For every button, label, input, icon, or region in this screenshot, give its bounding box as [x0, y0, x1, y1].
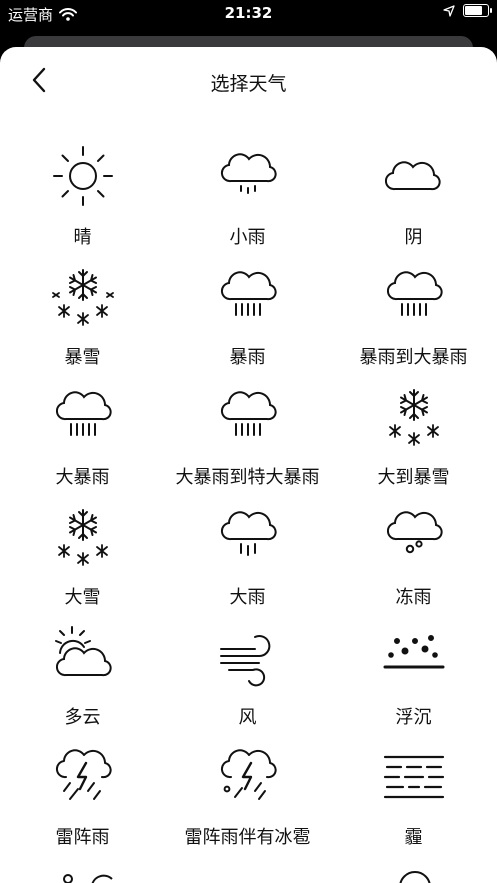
weather-option[interactable]: 大雪 [0, 503, 165, 623]
battery-icon [463, 4, 492, 17]
weather-label: 浮沉 [395, 707, 432, 728]
weather-label: 霾 [404, 827, 423, 848]
weather-option[interactable]: 雷阵雨 [0, 743, 165, 863]
weather-label: 雷阵雨伴有冰雹 [184, 827, 311, 848]
thunder-hail-icon [220, 749, 277, 800]
status-bar: 运营商 21:32 [0, 0, 497, 26]
weather-label: 冻雨 [395, 587, 432, 608]
weather-label: 小雨 [229, 227, 266, 248]
weather-label: 大暴雨到特大暴雨 [175, 467, 320, 488]
weather-option[interactable]: 阴 [330, 143, 497, 263]
weather-grid: 晴 小雨 阴 暴雪 暴雨 暴雨到大暴雨 大暴雨 大暴雨到特大暴雨 大到暴雪 大雪… [0, 143, 497, 863]
thunderstorm-icon [55, 749, 112, 800]
weather-option[interactable]: 浮沉 [330, 623, 497, 743]
snowflake-icon [57, 509, 108, 566]
weather-label: 暴雪 [64, 347, 101, 368]
heavy-rain-icon [386, 271, 443, 316]
freezing-rain-icon [386, 511, 443, 554]
weather-label: 暴雨到大暴雨 [359, 347, 468, 368]
weather-label: 大雪 [64, 587, 101, 608]
weather-option[interactable]: 暴雨到大暴雨 [330, 263, 497, 383]
dust-icon [383, 635, 444, 669]
weather-label: 大暴雨 [55, 467, 110, 488]
weather-option[interactable]: 大暴雨 [0, 383, 165, 503]
next-row-icon-partial [63, 874, 113, 883]
status-right [443, 4, 492, 17]
weather-option[interactable]: 小雨 [165, 143, 330, 263]
weather-label: 大雨 [229, 587, 266, 608]
weather-option[interactable]: 晴 [0, 143, 165, 263]
weather-option[interactable]: 冻雨 [330, 503, 497, 623]
weather-option[interactable]: 雷阵雨伴有冰雹 [165, 743, 330, 863]
weather-label: 阴 [404, 227, 423, 248]
snowflake-icon [51, 269, 114, 326]
heavy-rain-icon [220, 271, 277, 316]
weather-label: 雷阵雨 [55, 827, 110, 848]
weather-label: 暴雨 [229, 347, 266, 368]
haze-icon [383, 755, 444, 799]
rain-icon [220, 511, 277, 556]
weather-label: 风 [238, 707, 257, 728]
partly-cloudy-icon [54, 626, 112, 677]
sun-icon [52, 146, 113, 206]
weather-option[interactable]: 霾 [330, 743, 497, 863]
weather-option[interactable]: 大暴雨到特大暴雨 [165, 383, 330, 503]
weather-label: 大到暴雪 [377, 467, 450, 488]
weather-label: 多云 [64, 707, 101, 728]
heavy-rain-icon [55, 391, 112, 436]
status-time: 21:32 [224, 4, 273, 22]
location-arrow-icon [443, 4, 455, 17]
weather-option[interactable]: 多云 [0, 623, 165, 743]
weather-label: 晴 [73, 227, 92, 248]
snowflake-icon [388, 389, 439, 446]
cloud-icon [384, 161, 441, 191]
weather-option[interactable]: 风 [165, 623, 330, 743]
weather-picker-sheet: 选择天气 晴 小雨 阴 暴雪 暴雨 暴雨到大暴雨 大暴雨 大暴雨到特大暴雨 大到… [0, 47, 497, 883]
light-rain-icon [220, 153, 277, 194]
next-row-icon-partial [399, 871, 431, 883]
wind-icon [219, 635, 270, 687]
heavy-rain-icon [220, 391, 277, 436]
weather-option[interactable]: 暴雪 [0, 263, 165, 383]
nav-bar: 选择天气 [0, 47, 497, 115]
weather-option[interactable]: 大雨 [165, 503, 330, 623]
weather-option[interactable]: 大到暴雪 [330, 383, 497, 503]
page-title: 选择天气 [210, 73, 287, 95]
weather-option[interactable]: 暴雨 [165, 263, 330, 383]
